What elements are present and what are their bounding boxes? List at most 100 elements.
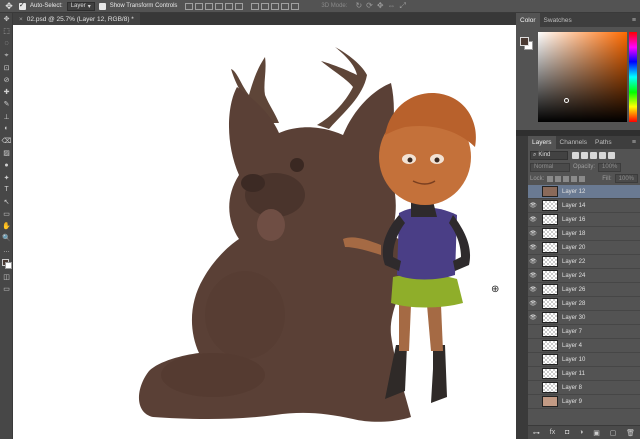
close-icon[interactable]: ×	[19, 16, 23, 23]
distribute-left-icon[interactable]	[281, 2, 290, 10]
eye-icon[interactable]: 👁	[528, 244, 538, 251]
crop-tool-icon[interactable]: ⊡	[0, 62, 13, 74]
adjustment-layer-icon[interactable]: ◑	[579, 429, 583, 436]
layer-row[interactable]: 👁 Layer 18	[528, 227, 640, 241]
auto-select-target-dropdown[interactable]: Layer ▾	[66, 1, 95, 11]
distribute-center-icon[interactable]	[261, 2, 270, 10]
quick-select-tool-icon[interactable]: ⌖	[0, 50, 13, 62]
align-left-icon[interactable]	[215, 2, 224, 10]
fill-field[interactable]: 100%	[614, 174, 638, 183]
healing-tool-icon[interactable]: ✚	[0, 86, 13, 98]
panel-menu-icon[interactable]: ≡	[632, 136, 640, 149]
hand-tool-icon[interactable]: ✋	[0, 220, 13, 232]
hue-slider[interactable]	[629, 32, 637, 122]
shape-tool-icon[interactable]: ▭	[0, 208, 13, 220]
move-tool-icon[interactable]: ✥	[0, 13, 13, 25]
3d-scale-icon[interactable]: ⤢	[400, 1, 406, 11]
zoom-tool-icon[interactable]: 🔍	[0, 232, 13, 244]
type-tool-icon[interactable]: T	[0, 184, 13, 196]
filter-smart-object-icon[interactable]	[608, 151, 615, 159]
path-select-tool-icon[interactable]: ↖	[0, 196, 13, 208]
layer-row[interactable]: Layer 11	[528, 367, 640, 381]
layer-row[interactable]: Layer 10	[528, 353, 640, 367]
document-canvas[interactable]: ⊕	[13, 25, 516, 439]
opacity-field[interactable]: 100%	[598, 162, 622, 172]
blend-mode-dropdown[interactable]: Normal	[530, 162, 570, 172]
distribute-top-icon[interactable]	[251, 2, 260, 10]
gradient-tool-icon[interactable]: ▨	[0, 147, 13, 159]
clone-stamp-tool-icon[interactable]: ⊥	[0, 111, 13, 123]
3d-slide-icon[interactable]: ⇔	[388, 1, 396, 11]
layer-row[interactable]: 👁 Layer 14	[528, 199, 640, 213]
3d-drag-icon[interactable]: ✥	[377, 1, 384, 11]
align-hcenter-icon[interactable]	[225, 2, 234, 10]
fx-icon[interactable]: fx	[550, 429, 555, 436]
dodge-tool-icon[interactable]: ✦	[0, 171, 13, 183]
filter-pixel-icon[interactable]	[572, 151, 579, 159]
history-brush-tool-icon[interactable]: ◐	[0, 123, 13, 135]
layer-row[interactable]: Layer 9	[528, 395, 640, 409]
layer-row[interactable]: 👁 Layer 22	[528, 255, 640, 269]
screen-mode-icon[interactable]: ▭	[0, 283, 13, 295]
eye-icon[interactable]: 👁	[528, 272, 538, 279]
layer-row[interactable]: 👁 Layer 20	[528, 241, 640, 255]
kind-filter-dropdown[interactable]: ⌕ Kind	[530, 150, 568, 160]
layer-row[interactable]: Layer 12	[528, 185, 640, 199]
add-mask-icon[interactable]: ◘	[565, 429, 569, 436]
align-right-icon[interactable]	[235, 2, 244, 10]
tab-color[interactable]: Color	[516, 13, 540, 27]
color-swatches[interactable]	[0, 257, 13, 271]
eyedropper-tool-icon[interactable]: ⊘	[0, 74, 13, 86]
filter-type-icon[interactable]	[590, 151, 597, 159]
filter-shape-icon[interactable]	[599, 151, 606, 159]
auto-select-checkbox[interactable]	[19, 1, 26, 10]
distribute-right-icon[interactable]	[291, 2, 300, 10]
quick-mask-icon[interactable]: ◫	[0, 271, 13, 283]
layer-row[interactable]: Layer 7	[528, 325, 640, 339]
align-top-icon[interactable]	[185, 2, 194, 10]
blur-tool-icon[interactable]: ●	[0, 159, 13, 171]
trash-icon[interactable]: 🗑	[626, 429, 635, 437]
distribute-bottom-icon[interactable]	[271, 2, 280, 10]
eye-icon[interactable]: 👁	[528, 286, 538, 293]
layer-row[interactable]: 👁 Layer 28	[528, 297, 640, 311]
lock-artboard-icon[interactable]	[571, 175, 578, 182]
layer-row[interactable]: Layer 4	[528, 339, 640, 353]
tab-layers[interactable]: Layers	[528, 136, 556, 149]
eye-icon[interactable]: 👁	[528, 202, 538, 209]
layer-row[interactable]: Layer 8	[528, 381, 640, 395]
layer-row[interactable]: 👁 Layer 30	[528, 311, 640, 325]
document-tab[interactable]: × 02.psd @ 25.7% (Layer 12, RGB/8) *	[13, 13, 140, 25]
background-color-swatch[interactable]	[5, 261, 12, 269]
new-group-icon[interactable]: ▣	[593, 429, 600, 437]
marquee-tool-icon[interactable]: ⬚	[0, 25, 13, 37]
color-picker-field[interactable]	[538, 32, 627, 122]
eye-icon[interactable]: 👁	[528, 230, 538, 237]
layer-row[interactable]: 👁 Layer 24	[528, 269, 640, 283]
lasso-tool-icon[interactable]: ◌	[0, 37, 13, 49]
link-layers-icon[interactable]: ⊶	[533, 429, 540, 437]
eye-icon[interactable]: 👁	[528, 300, 538, 307]
tab-swatches[interactable]: Swatches	[540, 13, 576, 27]
more-tool-icon[interactable]: …	[0, 245, 13, 257]
lock-image-icon[interactable]	[555, 175, 562, 182]
layer-row[interactable]: 👁 Layer 26	[528, 283, 640, 297]
color-picker-cursor[interactable]	[564, 98, 569, 103]
show-transform-checkbox[interactable]	[98, 2, 106, 10]
tab-channels[interactable]: Channels	[556, 136, 591, 149]
eraser-tool-icon[interactable]: ⌫	[0, 135, 13, 147]
align-bottom-icon[interactable]	[205, 2, 214, 10]
eye-icon[interactable]: 👁	[528, 258, 538, 265]
color-panel-foreground-swatch[interactable]	[520, 37, 529, 46]
layer-row[interactable]: 👁 Layer 16	[528, 213, 640, 227]
eye-icon[interactable]: 👁	[528, 216, 538, 223]
lock-position-icon[interactable]	[563, 175, 570, 182]
align-vcenter-icon[interactable]	[195, 2, 204, 10]
move-tool-icon[interactable]: ✥	[3, 1, 15, 11]
new-layer-icon[interactable]: ▢	[610, 429, 617, 437]
lock-transparency-icon[interactable]	[547, 175, 554, 182]
panel-menu-icon[interactable]: ≡	[632, 13, 640, 27]
3d-rotate-icon[interactable]: ↻	[355, 1, 362, 11]
filter-adjustment-icon[interactable]	[581, 151, 588, 159]
lock-all-icon[interactable]	[579, 175, 586, 182]
